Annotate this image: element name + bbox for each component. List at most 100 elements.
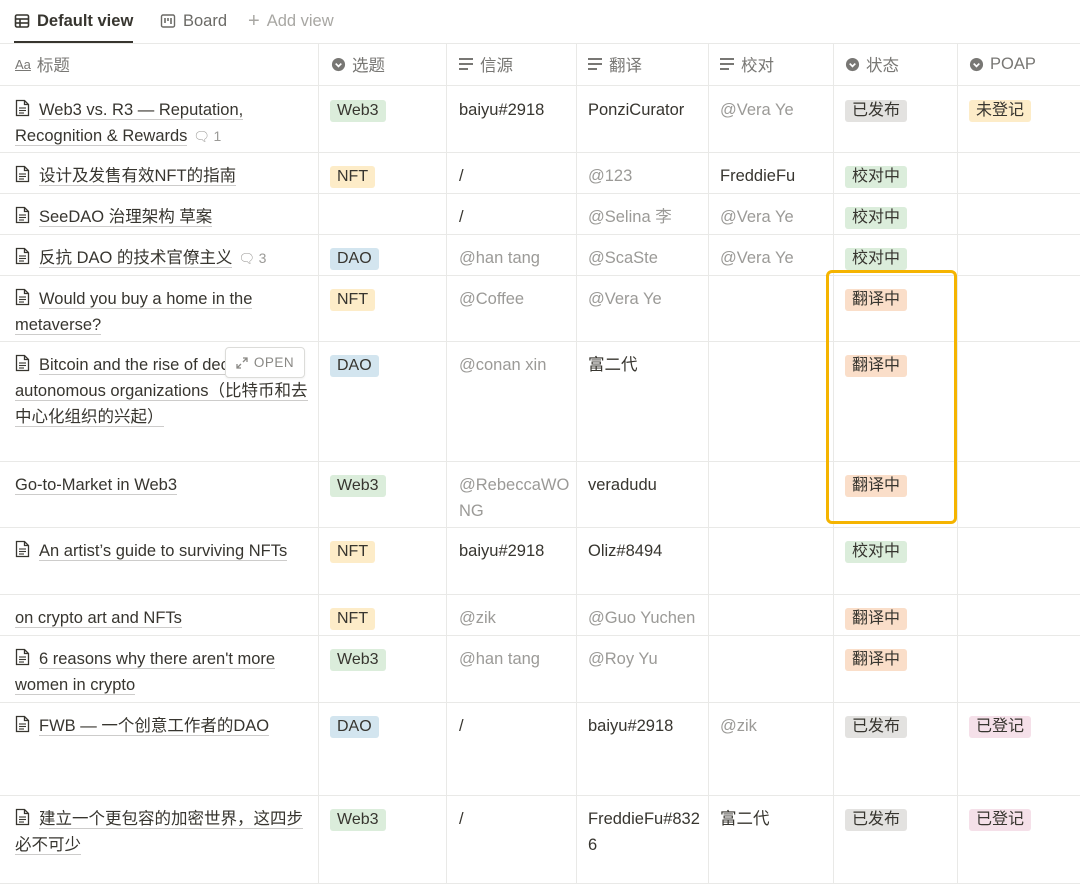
row-title-text[interactable]: 6 reasons why there aren't more women in… <box>15 650 276 695</box>
row-source-cell[interactable]: @Coffee <box>459 286 577 312</box>
row-translate-cell[interactable]: Oliz#8494 <box>588 538 700 564</box>
row-translate-cell[interactable]: FreddieFu#8326 <box>588 806 700 858</box>
row-title-cell[interactable]: An artist’s guide to surviving NFTs <box>15 538 315 564</box>
row-source-cell[interactable]: @conan xin <box>459 352 577 378</box>
row-title-text[interactable]: 设计及发售有效NFT的指南 <box>39 167 237 186</box>
row-poap-cell[interactable]: 未登记 <box>969 97 1032 123</box>
row-source-cell[interactable]: / <box>459 713 577 739</box>
row-proofread-cell[interactable]: FreddieFu <box>720 163 828 189</box>
status-badge: 已发布 <box>845 716 908 738</box>
row-title-cell[interactable]: 反抗 DAO 的技术官僚主义 🗨︎ 3 <box>15 245 315 272</box>
row-source-cell[interactable]: baiyu#2918 <box>459 97 577 123</box>
row-title-cell[interactable]: FWB — 一个创意工作者的DAO <box>15 713 315 739</box>
table-row[interactable]: FWB — 一个创意工作者的DAO DAO / baiyu#2918 @zik 已发布 已登… <box>0 702 1080 796</box>
table-row[interactable]: 6 reasons why there aren't more women in… <box>0 635 1080 703</box>
tab-board[interactable]: Board <box>160 0 227 42</box>
column-header-translate-label: 翻译 <box>609 57 642 75</box>
row-title-cell[interactable]: Go-to-Market in Web3 <box>15 472 315 498</box>
row-translate-cell[interactable]: @ScaSte <box>588 245 700 271</box>
column-header-poap[interactable]: POAP <box>969 43 1036 85</box>
row-status-cell[interactable]: 校对中 <box>845 538 908 564</box>
row-title-cell[interactable]: 建立一个更包容的加密世界，这四步必不可少 <box>15 806 315 858</box>
row-topic-cell[interactable]: Web3 <box>330 472 386 498</box>
row-status-cell[interactable]: 校对中 <box>845 204 908 230</box>
row-translate-cell[interactable]: baiyu#2918 <box>588 713 700 739</box>
open-page-button[interactable]: OPEN <box>225 347 305 378</box>
row-topic-cell[interactable]: NFT <box>330 605 376 631</box>
row-source-cell[interactable]: @zik <box>459 605 577 631</box>
row-status-cell[interactable]: 翻译中 <box>845 646 908 672</box>
page-document-icon <box>15 247 30 265</box>
row-source-cell[interactable]: / <box>459 163 577 189</box>
row-source-cell[interactable]: / <box>459 204 577 230</box>
table-row[interactable]: on crypto art and NFTs NFT @zik @Guo Yuchen… <box>0 594 1080 636</box>
tab-default-view[interactable]: Default view <box>14 0 134 43</box>
row-title-text[interactable]: 反抗 DAO 的技术官僚主义 <box>39 249 233 268</box>
row-translate-cell[interactable]: PonziCurator <box>588 97 700 123</box>
row-translate-cell[interactable]: @123 <box>588 163 700 189</box>
row-title-cell[interactable]: SeeDAO 治理架构 草案 <box>15 204 315 230</box>
row-status-cell[interactable]: 已发布 <box>845 713 908 739</box>
row-status-cell[interactable]: 校对中 <box>845 245 908 271</box>
row-translate-cell[interactable]: @Guo Yuchen <box>588 605 700 631</box>
table-row[interactable]: An artist’s guide to surviving NFTs NFT ba… <box>0 527 1080 595</box>
row-status-cell[interactable]: 翻译中 <box>845 605 908 631</box>
row-source-cell[interactable]: @han tang <box>459 245 577 271</box>
row-topic-cell[interactable]: Web3 <box>330 646 386 672</box>
table-row[interactable]: Web3 vs. R3 — Reputation, Recognition & … <box>0 86 1080 153</box>
row-topic-cell[interactable]: Web3 <box>330 97 386 123</box>
row-title-cell[interactable]: 6 reasons why there aren't more women in… <box>15 646 315 698</box>
row-proofread-cell[interactable]: @Vera Ye <box>720 204 828 230</box>
row-title-cell[interactable]: 设计及发售有效NFT的指南 <box>15 163 315 189</box>
row-translate-cell[interactable]: 富二代 <box>588 352 700 378</box>
row-translate-cell[interactable]: veradudu <box>588 472 700 498</box>
row-topic-cell[interactable]: DAO <box>330 245 379 271</box>
row-title-text[interactable]: 建立一个更包容的加密世界，这四步必不可少 <box>15 810 303 855</box>
row-topic-cell[interactable]: Web3 <box>330 806 386 832</box>
row-title-cell[interactable]: Web3 vs. R3 — Reputation, Recognition & … <box>15 97 315 150</box>
row-title-cell[interactable]: Would you buy a home in the metaverse? <box>15 286 315 338</box>
column-header-source[interactable]: 信源 <box>458 43 513 85</box>
column-header-title[interactable]: Aa 标题 <box>15 43 70 85</box>
row-topic-cell[interactable]: DAO <box>330 352 379 378</box>
row-source-cell[interactable]: @han tang <box>459 646 577 672</box>
row-topic-cell[interactable]: DAO <box>330 713 379 739</box>
row-source-cell[interactable]: @RebeccaWONG <box>459 472 577 524</box>
row-translate-cell[interactable]: @Vera Ye <box>588 286 700 312</box>
row-topic-cell[interactable]: NFT <box>330 286 376 312</box>
row-title-text[interactable]: FWB — 一个创意工作者的DAO <box>39 717 270 736</box>
column-header-proofread[interactable]: 校对 <box>719 43 774 85</box>
column-header-topic[interactable]: 选题 <box>331 43 385 85</box>
row-title-cell[interactable]: on crypto art and NFTs <box>15 605 315 631</box>
page-document-icon <box>15 808 30 826</box>
plus-icon: + <box>248 10 260 32</box>
row-status-cell[interactable]: 校对中 <box>845 163 908 189</box>
row-proofread-cell[interactable]: @Vera Ye <box>720 245 828 271</box>
row-title-text[interactable]: SeeDAO 治理架构 草案 <box>39 208 213 227</box>
row-topic-cell[interactable]: NFT <box>330 538 376 564</box>
row-poap-cell[interactable]: 已登记 <box>969 806 1032 832</box>
row-topic-cell[interactable]: NFT <box>330 163 376 189</box>
row-proofread-cell[interactable]: @zik <box>720 713 828 739</box>
row-title-text[interactable]: Go-to-Market in Web3 <box>15 476 178 495</box>
row-status-cell[interactable]: 已发布 <box>845 97 908 123</box>
column-header-translate[interactable]: 翻译 <box>587 43 642 85</box>
row-poap-cell[interactable]: 已登记 <box>969 713 1032 739</box>
table-row[interactable]: 建立一个更包容的加密世界，这四步必不可少 Web3 / FreddieFu#8326 富… <box>0 795 1080 884</box>
row-proofread-cell[interactable]: 富二代 <box>720 806 828 832</box>
row-title-text[interactable]: on crypto art and NFTs <box>15 609 182 628</box>
column-header-status[interactable]: 状态 <box>845 43 899 85</box>
row-status-cell[interactable]: 已发布 <box>845 806 908 832</box>
row-source-cell[interactable]: / <box>459 806 577 832</box>
row-title-text[interactable]: An artist’s guide to surviving NFTs <box>39 542 288 561</box>
add-view-button[interactable]: + Add view <box>248 0 334 42</box>
table-row[interactable]: 设计及发售有效NFT的指南 NFT / @123 FreddieFu 校对中 <box>0 152 1080 194</box>
row-title-text[interactable]: Would you buy a home in the metaverse? <box>15 290 253 335</box>
table-row[interactable]: SeeDAO 治理架构 草案 / @Selina 李 @Vera Ye 校对中 <box>0 193 1080 235</box>
row-translate-cell[interactable]: @Selina 李 <box>588 204 700 230</box>
row-translate-cell[interactable]: @Roy Yu <box>588 646 700 672</box>
comment-count[interactable]: 🗨︎ 3 <box>238 250 266 266</box>
row-source-cell[interactable]: baiyu#2918 <box>459 538 577 564</box>
comment-count[interactable]: 🗨︎ 1 <box>193 128 221 144</box>
row-proofread-cell[interactable]: @Vera Ye <box>720 97 828 123</box>
